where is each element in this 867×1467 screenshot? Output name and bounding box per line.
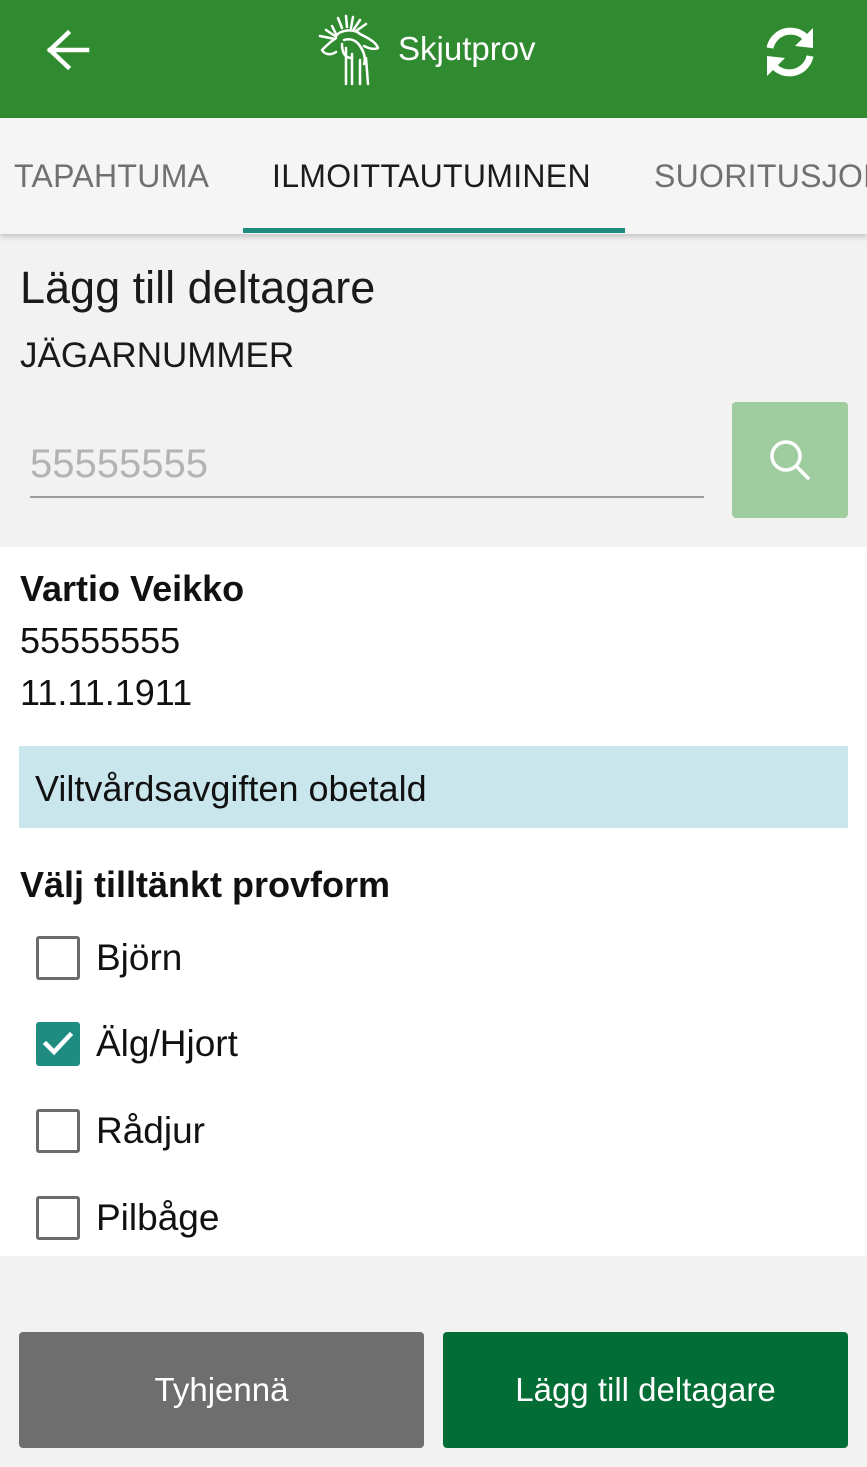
checkbox-row-bjorn[interactable]: Björn [36,928,636,988]
fee-status-banner: Viltvårdsavgiften obetald [19,746,848,828]
checkbox-label: Älg/Hjort [96,1023,238,1064]
person-birth-date: 11.11.1911 [20,672,193,713]
checkbox-label: Pilbåge [96,1197,220,1238]
arrow-left-icon [46,30,90,70]
checkbox-label: Björn [96,937,183,978]
search-icon [770,440,810,480]
moose-logo-icon [316,14,382,88]
back-button[interactable] [30,20,106,80]
tab-bar: TAPAHTUMA ILMOITTAUTUMINEN SUORITUSJONO [0,118,867,234]
person-hunter-number: 55555555 [20,620,181,661]
checkmark-icon [42,1031,74,1056]
checkbox-label: Rådjur [96,1110,205,1151]
clear-button[interactable]: Tyhjennä [19,1332,424,1448]
app-bar: Skjutprov [0,0,867,118]
checkbox-alg-hjort[interactable] [36,1022,80,1066]
fee-status-text: Viltvårdsavgiften obetald [35,768,427,809]
checkbox-radjur[interactable] [36,1109,80,1153]
hunter-number-label: JÄGARNUMMER [20,336,295,375]
tab-ilmoittautuminen[interactable]: ILMOITTAUTUMINEN [272,118,591,234]
add-participant-button[interactable]: Lägg till deltagare [443,1332,848,1448]
active-tab-indicator [243,228,625,233]
checkbox-row-radjur[interactable]: Rådjur [36,1101,636,1161]
test-type-title: Välj tilltänkt provform [20,864,391,905]
hunter-number-input[interactable] [30,432,704,498]
checkbox-bjorn[interactable] [36,936,80,980]
search-button[interactable] [732,402,848,518]
checkbox-pilbage[interactable] [36,1196,80,1240]
section-title: Lägg till deltagare [20,262,376,313]
checkbox-row-alg-hjort[interactable]: Älg/Hjort [36,1014,636,1074]
refresh-icon [766,27,814,77]
app-title: Skjutprov [398,30,536,67]
tab-suoritusjono[interactable]: SUORITUSJONO [654,118,867,234]
refresh-button[interactable] [752,14,828,90]
checkbox-row-pilbage[interactable]: Pilbåge [36,1188,636,1248]
tab-tapahtuma[interactable]: TAPAHTUMA [14,118,209,234]
person-name: Vartio Veikko [20,568,245,609]
